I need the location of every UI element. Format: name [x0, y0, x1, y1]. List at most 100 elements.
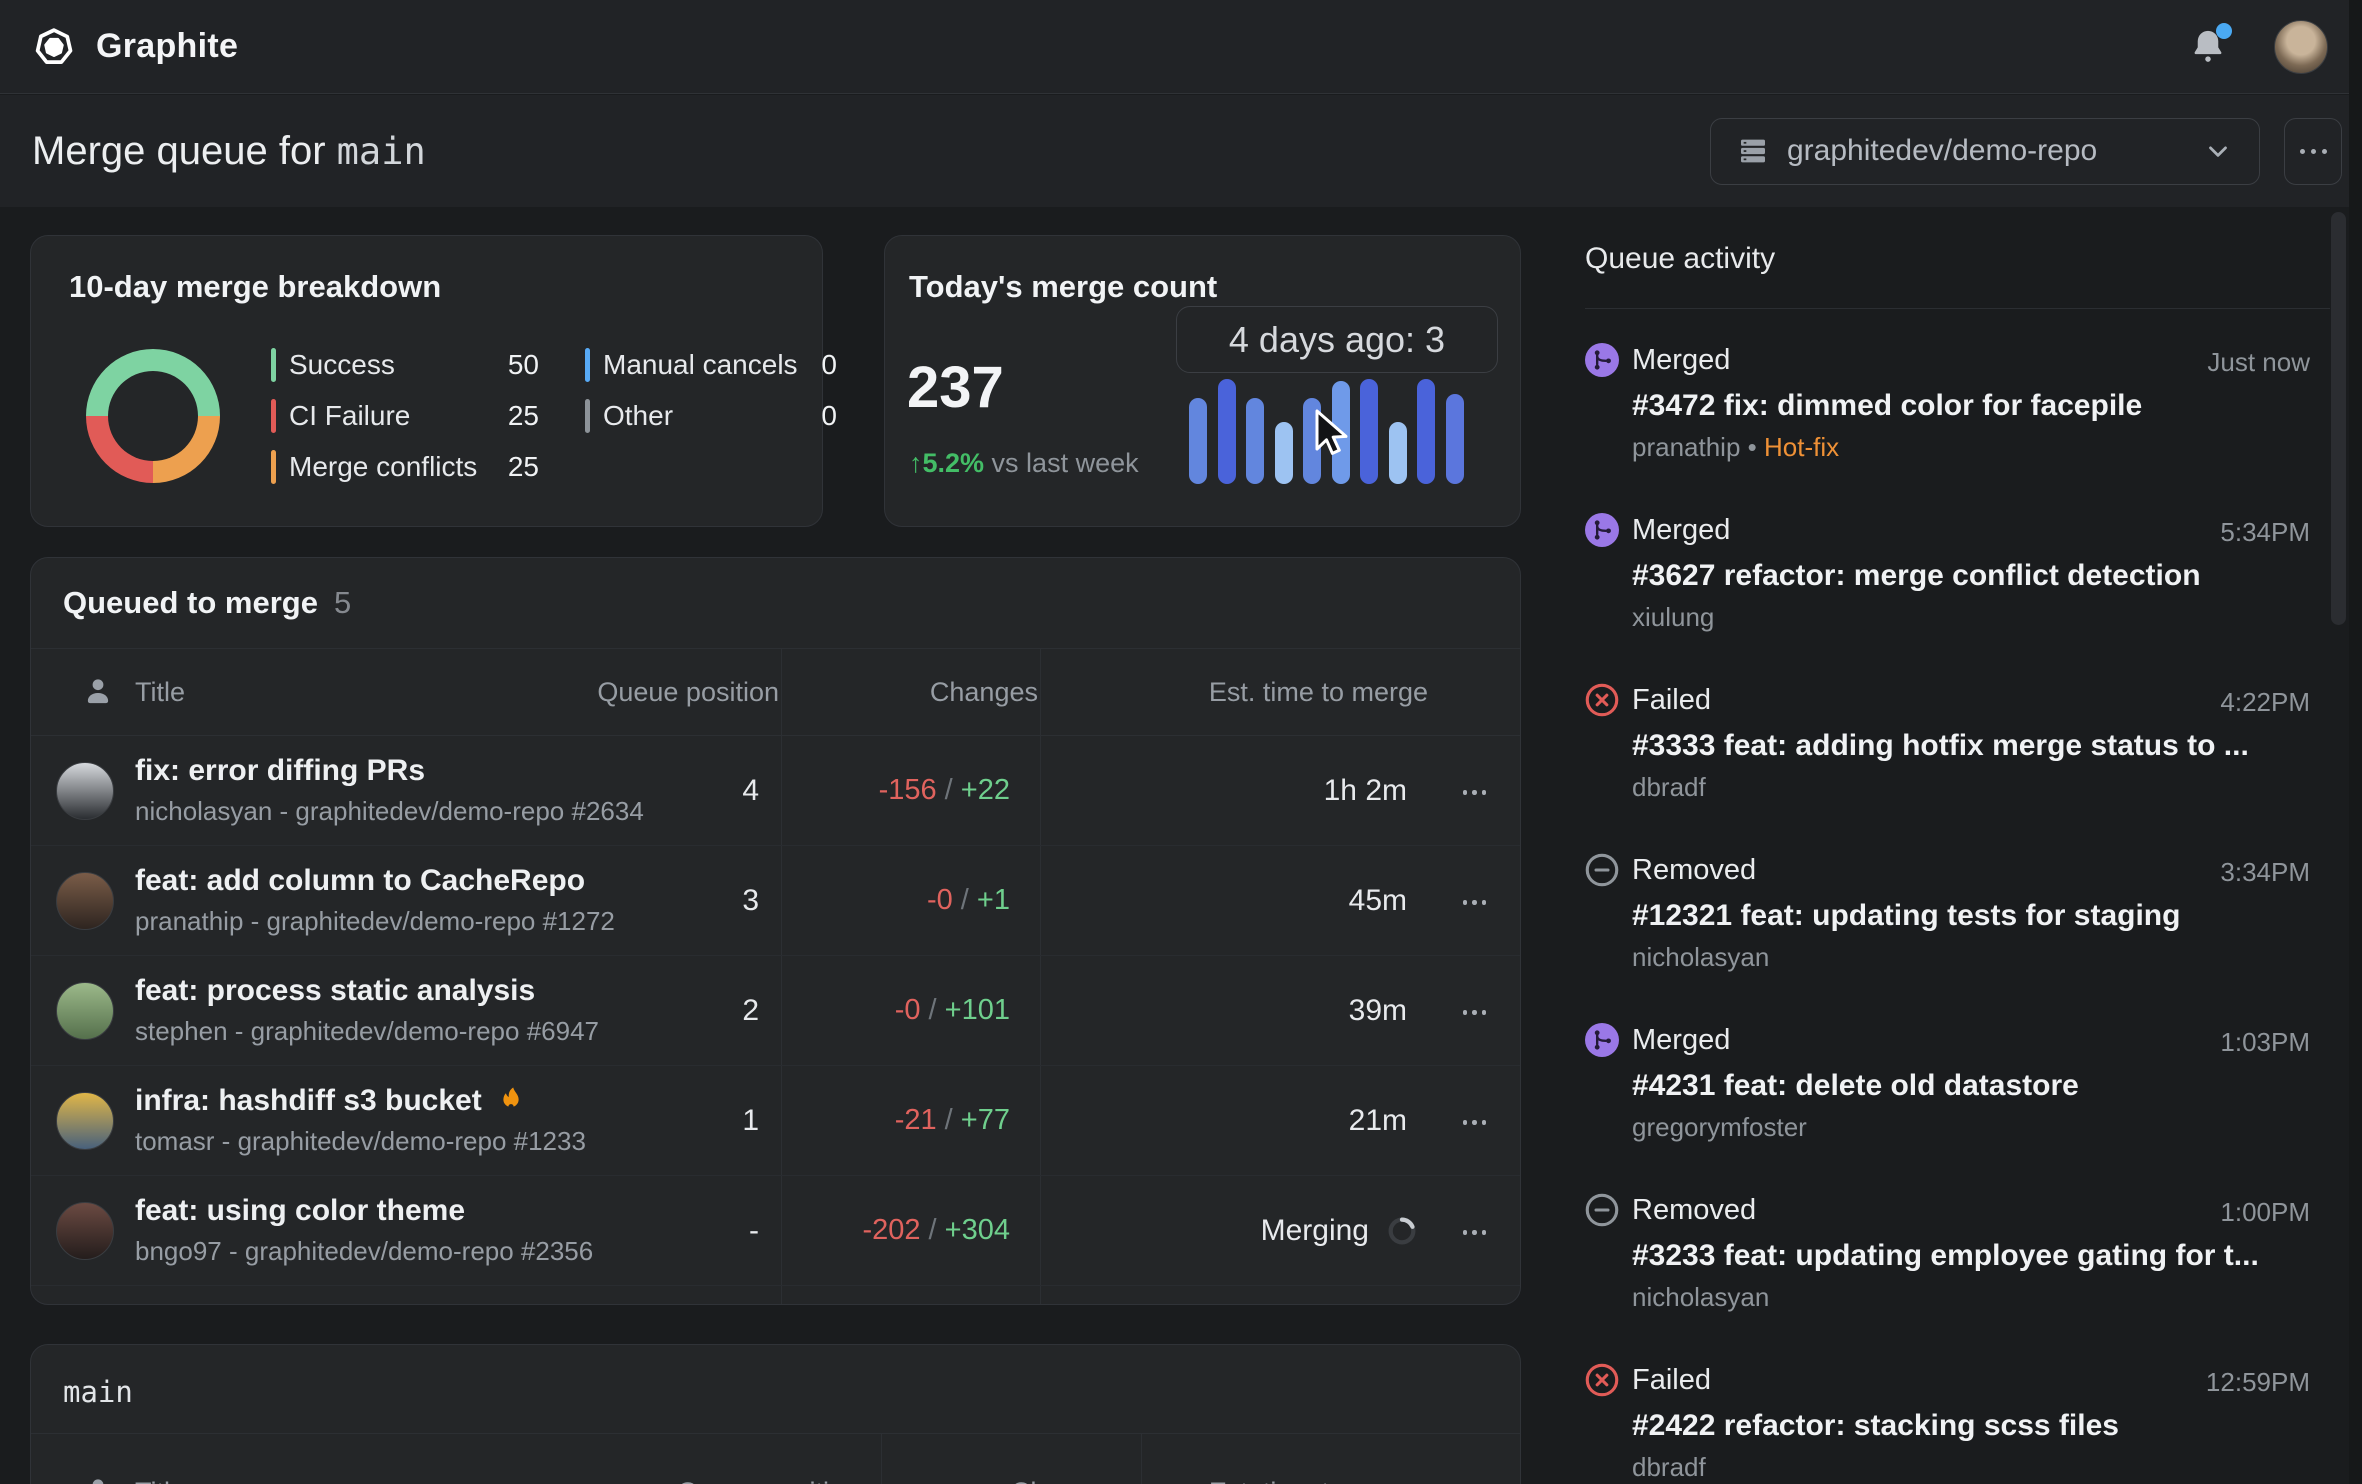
activity-author: pranathip • Hot-fix	[1632, 432, 1840, 462]
column-header-title: Title	[135, 1477, 185, 1484]
queue-count-badge: 5	[333, 585, 352, 620]
top-nav: Graphite	[0, 0, 2362, 94]
queue-table-row[interactable]: feat: process static analysis stephen - g…	[31, 956, 1520, 1066]
queue-activity-item[interactable]: Failed 4:22PM #3333 feat: adding hotfix me…	[1585, 683, 2330, 833]
repo-selector-value: graphitedev/demo-repo	[1787, 134, 2098, 167]
queue-table-row[interactable]: feat: using color theme bngo97 - graphite…	[31, 1176, 1520, 1286]
activity-author: nicholasyan	[1632, 1282, 1770, 1312]
activity-timestamp: 5:34PM	[2220, 517, 2310, 547]
row-menu-button[interactable]	[1457, 1114, 1493, 1131]
failed-x-icon	[1585, 1363, 1619, 1397]
deletions-count: -0	[926, 884, 953, 916]
merge-count-value: 237	[907, 355, 1004, 420]
page-title: Merge queue for main	[32, 128, 426, 173]
pr-author-line: bngo97 - graphitedev/demo-repo #2356	[135, 1236, 594, 1266]
pr-author-line: nicholasyan - graphitedev/demo-repo #263…	[135, 796, 644, 826]
queue-table-header: Title Queue position Changes Est. time t…	[31, 649, 1520, 736]
est-time-value: 1h 2m	[1323, 774, 1407, 807]
row-menu-button[interactable]	[1457, 1224, 1493, 1241]
git-merge-icon	[1585, 513, 1619, 547]
pr-title: feat: using color theme	[135, 1194, 466, 1227]
queue-activity-item[interactable]: Removed 3:34PM #12321 feat: updating tests…	[1585, 853, 2330, 1003]
changes-value: -202 / +304	[862, 1214, 1010, 1246]
author-person-icon	[79, 673, 117, 711]
legend-color-tick	[585, 348, 590, 382]
chevron-down-icon	[2203, 136, 2233, 166]
queue-activity-item[interactable]: Removed 1:00PM #3233 feat: updating employ…	[1585, 1193, 2330, 1343]
legend-value: 25	[507, 400, 539, 431]
queue-activity-item[interactable]: Merged 1:03PM #4231 feat: delete old datas…	[1585, 1023, 2330, 1173]
branch-name: main	[336, 129, 426, 173]
queue-title: Queued to merge	[63, 585, 318, 620]
queue-table-row[interactable]: feat: add column to CacheRepo pranathip -…	[31, 846, 1520, 956]
flame-icon	[496, 1086, 526, 1116]
additions-count: +1	[976, 884, 1010, 916]
pr-author-line: stephen - graphitedev/demo-repo #6947	[135, 1016, 599, 1046]
pr-title: feat: process static analysis	[135, 974, 536, 1007]
deletions-count: -202	[862, 1214, 921, 1246]
notification-dot	[2216, 22, 2232, 39]
activity-author: xiulung	[1632, 602, 1715, 632]
activity-timestamp: 1:03PM	[2220, 1027, 2310, 1057]
queue-table-row[interactable]: fix: error diffing PRs nicholasyan - grap…	[31, 736, 1520, 846]
mouse-cursor	[1313, 408, 1351, 462]
merge-count-bar[interactable]	[1189, 398, 1207, 484]
row-menu-button[interactable]	[1457, 1004, 1493, 1021]
merge-count-bar[interactable]	[1445, 394, 1464, 484]
pr-author-avatar	[56, 872, 114, 930]
est-time-value: 21m	[1348, 1104, 1407, 1137]
legend-label: CI Failure	[289, 400, 411, 431]
queue-position-value: -	[749, 1214, 759, 1247]
pr-author-line: pranathip - graphitedev/demo-repo #1272	[135, 906, 615, 936]
failed-x-icon	[1585, 683, 1619, 717]
merge-count-bar[interactable]	[1246, 398, 1264, 484]
bar-chart-tooltip: 4 days ago: 3	[1176, 306, 1498, 373]
queue-activity-list: Merged Just now #3472 fix: dimmed color fo…	[1585, 309, 2330, 1484]
queue-activity-item[interactable]: Merged Just now #3472 fix: dimmed color fo…	[1585, 343, 2330, 493]
merge-count-bar[interactable]	[1417, 379, 1435, 484]
activity-pr-title: #3472 fix: dimmed color for facepile	[1632, 389, 2143, 422]
activity-timestamp: 1:00PM	[2220, 1197, 2310, 1227]
activity-author: nicholasyan	[1632, 942, 1770, 972]
queue-activity-panel: Queue activity Merged Just now #3472 fix: …	[1585, 230, 2330, 1484]
queue-table-row[interactable]: infra: hashdiff s3 bucket tomasr - graphi…	[31, 1066, 1520, 1176]
merge-count-bar[interactable]	[1360, 379, 1378, 484]
additions-count: +101	[944, 994, 1010, 1026]
merge-count-title: Today's merge count	[909, 269, 1218, 304]
row-menu-button[interactable]	[1457, 894, 1493, 911]
queue-position-value: 1	[742, 1104, 759, 1137]
merge-count-bar[interactable]	[1217, 379, 1236, 484]
legend-color-tick	[585, 399, 590, 433]
queue-position-value: 4	[742, 774, 759, 807]
delta-suffix: vs last week	[984, 448, 1139, 478]
queued-to-merge-card: Queued to merge 5 Title Queue position C…	[30, 557, 1521, 1305]
column-divider	[881, 1433, 882, 1484]
queue-activity-item[interactable]: Failed 12:59PM #2422 refactor: stacking sc…	[1585, 1363, 2330, 1484]
delta-up-arrow: ↑5.2%	[909, 448, 985, 478]
brand[interactable]: Graphite	[34, 27, 238, 67]
queue-position-value: 2	[742, 994, 759, 1027]
row-menu-button[interactable]	[1457, 784, 1493, 801]
more-options-button[interactable]	[2284, 117, 2342, 185]
graphite-merge-queue-screen: Graphite Merge queue for main graphitede…	[0, 0, 2362, 1484]
activity-status: Merged	[1632, 1024, 1731, 1056]
queue-activity-item[interactable]: Merged 5:34PM #3627 refactor: merge confli…	[1585, 513, 2330, 663]
branch-card-title: main	[63, 1375, 133, 1409]
repo-selector[interactable]: graphitedev/demo-repo	[1710, 117, 2260, 185]
legend-item: Success 50	[271, 346, 539, 384]
user-avatar[interactable]	[2274, 19, 2328, 74]
merge-count-bar[interactable]	[1274, 422, 1293, 484]
activity-status: Merged	[1632, 344, 1731, 376]
activity-timestamp: Just now	[2207, 347, 2310, 377]
merge-count-bar[interactable]	[1388, 422, 1407, 484]
removed-minus-icon	[1585, 853, 1619, 887]
column-header-queue-position: Queue position	[677, 1477, 859, 1484]
queue-card-header: Queued to merge 5	[31, 558, 1520, 649]
pr-title: infra: hashdiff s3 bucket	[135, 1084, 526, 1118]
notifications-button[interactable]	[2186, 22, 2232, 69]
legend-label: Manual cancels	[603, 349, 798, 380]
activity-scrollbar-thumb[interactable]	[2331, 212, 2346, 625]
legend-color-tick	[271, 348, 276, 382]
activity-status: Removed	[1632, 854, 1757, 886]
legend-value: 25	[507, 451, 539, 482]
